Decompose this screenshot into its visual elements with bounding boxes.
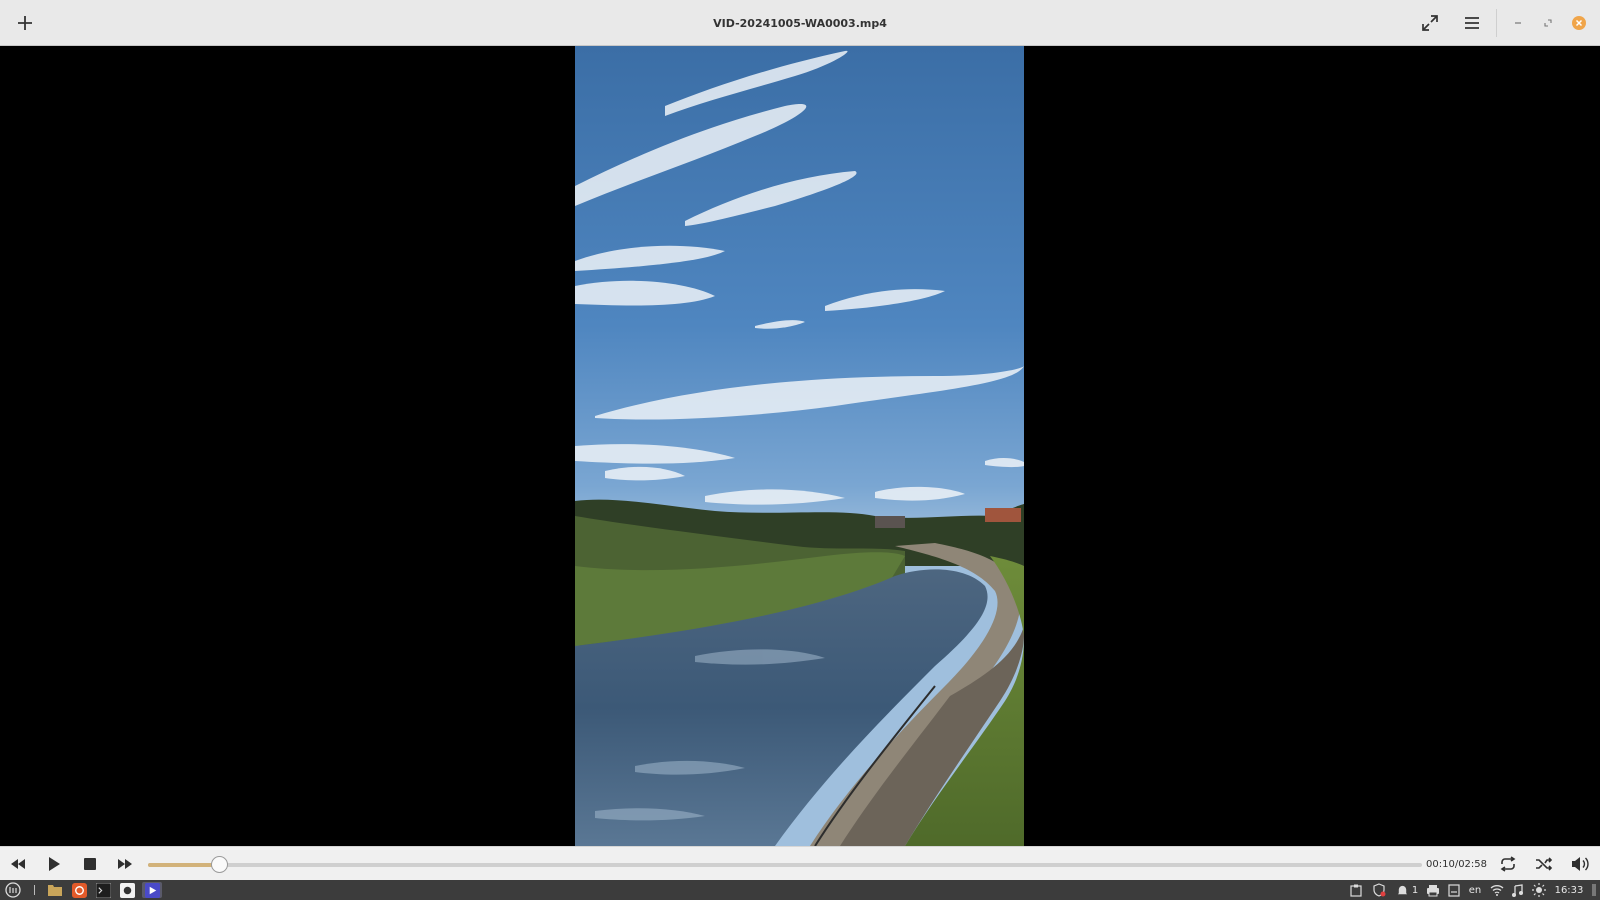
minimize-icon xyxy=(1515,22,1521,24)
header-bar: VID-20241005-WA0003.mp4 xyxy=(0,0,1600,46)
clipboard-icon[interactable] xyxy=(1348,880,1364,900)
menu-icon[interactable] xyxy=(4,882,22,898)
play-button[interactable] xyxy=(42,847,66,881)
shield-icon[interactable] xyxy=(1370,880,1388,900)
video-frame[interactable] xyxy=(575,46,1024,846)
taskbar: 1 en 16:33 xyxy=(0,880,1600,900)
close-icon xyxy=(1572,16,1586,30)
fast-forward-icon xyxy=(118,859,132,869)
volume-button[interactable] xyxy=(1568,847,1592,881)
app-icon[interactable] xyxy=(118,882,136,898)
document-icon[interactable] xyxy=(1446,880,1462,900)
show-desktop-button[interactable] xyxy=(1590,880,1598,900)
repeat-icon xyxy=(1500,856,1516,872)
fullscreen-icon xyxy=(1422,15,1438,31)
video-player-window: VID-20241005-WA0003.mp4 00:10/02:58 1 en… xyxy=(0,0,1600,900)
stop-button[interactable] xyxy=(78,847,102,881)
video-player-icon[interactable] xyxy=(142,882,162,898)
fullscreen-button[interactable] xyxy=(1414,0,1446,46)
music-icon[interactable] xyxy=(1508,880,1526,900)
shuffle-icon xyxy=(1536,857,1553,871)
window-title: VID-20241005-WA0003.mp4 xyxy=(713,16,887,30)
printer-icon[interactable] xyxy=(1424,880,1442,900)
fast-forward-button[interactable] xyxy=(113,847,137,881)
file-manager-icon[interactable] xyxy=(46,882,64,898)
firefox-icon[interactable] xyxy=(70,882,88,898)
rewind-button[interactable] xyxy=(6,847,30,881)
seek-handle[interactable] xyxy=(211,856,229,873)
seek-progress xyxy=(148,863,220,867)
taskbar-separator xyxy=(30,882,38,898)
play-icon xyxy=(49,857,60,871)
plus-icon xyxy=(18,16,32,30)
brightness-icon[interactable] xyxy=(1530,880,1548,900)
header-separator xyxy=(1496,9,1497,37)
wifi-icon[interactable] xyxy=(1488,880,1506,900)
notification-icon[interactable] xyxy=(1394,880,1410,900)
stop-icon xyxy=(84,858,96,870)
notification-count: 1 xyxy=(1411,884,1419,896)
video-area[interactable] xyxy=(0,46,1600,846)
shuffle-button[interactable] xyxy=(1532,847,1556,881)
seek-bar[interactable] xyxy=(148,856,1422,873)
close-button[interactable] xyxy=(1567,0,1591,46)
maximize-button[interactable] xyxy=(1536,0,1560,46)
video-frame-image xyxy=(575,46,1024,846)
minimize-button[interactable] xyxy=(1506,0,1530,46)
clock[interactable]: 16:33 xyxy=(1552,880,1586,900)
playback-controls: 00:10/02:58 xyxy=(0,846,1600,880)
add-button[interactable] xyxy=(8,0,42,46)
repeat-button[interactable] xyxy=(1496,847,1520,881)
hamburger-menu-icon xyxy=(1465,17,1479,29)
maximize-icon xyxy=(1544,19,1552,27)
terminal-icon[interactable] xyxy=(94,882,112,898)
keyboard-layout[interactable]: en xyxy=(1466,880,1484,900)
time-display: 00:10/02:58 xyxy=(1426,858,1488,870)
volume-icon xyxy=(1572,857,1589,871)
menu-button[interactable] xyxy=(1456,0,1488,46)
rewind-icon xyxy=(11,859,25,869)
